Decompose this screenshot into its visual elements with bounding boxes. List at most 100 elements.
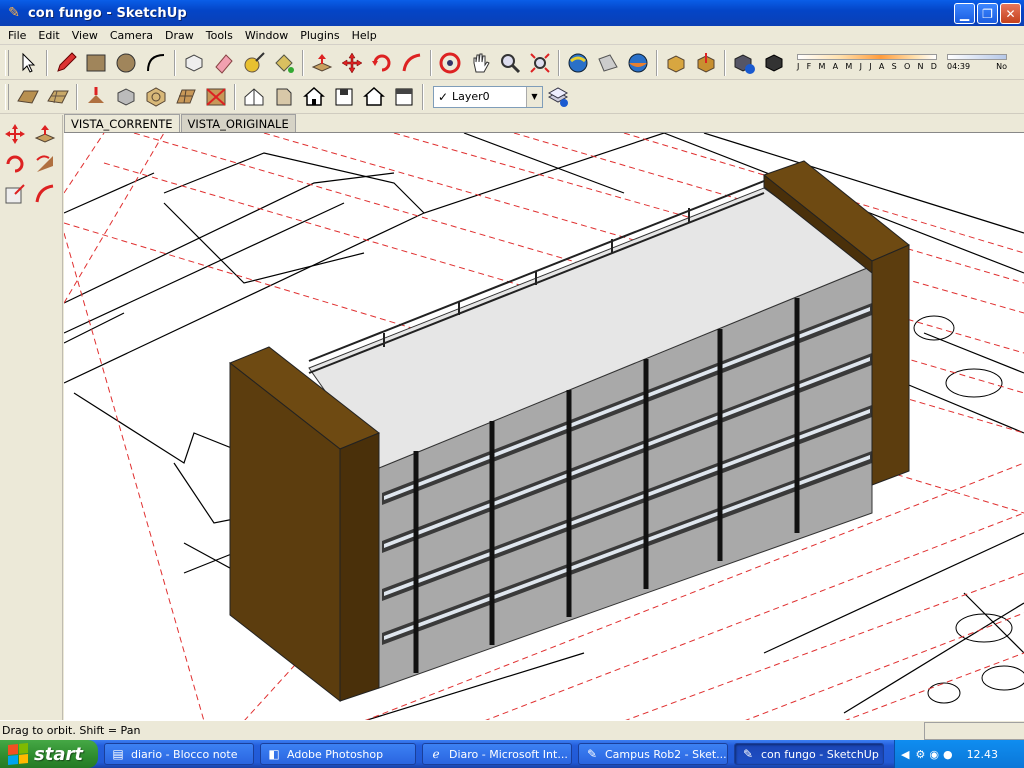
rotate-side-button[interactable] [2,151,28,177]
shadow-month-slider[interactable]: J F M A M J J A S O N D [797,54,937,71]
front-house-icon [303,86,325,106]
menu-camera[interactable]: Camera [104,29,159,42]
push-pull-button[interactable] [307,48,337,78]
right-end-block-side [871,244,910,486]
toggle-terrain-button[interactable] [623,48,653,78]
pan-tool-button[interactable] [465,48,495,78]
select-tool-button[interactable] [13,48,43,78]
scale-side-button[interactable] [2,181,28,207]
measurements-box[interactable] [924,722,1024,740]
photoshop-icon: ◧ [268,747,280,761]
model-viewport[interactable] [64,132,1024,720]
shadow-icon [765,53,783,72]
menu-tools[interactable]: Tools [200,29,239,42]
menu-help[interactable]: Help [346,29,383,42]
follow-me-button[interactable] [397,48,427,78]
menu-plugins[interactable]: Plugins [294,29,345,42]
flip-edge-button[interactable] [201,82,231,112]
add-detail-button[interactable] [171,82,201,112]
left-end-block-side [339,432,380,702]
follow-me-side-button[interactable] [32,151,58,177]
zoom-tool-button[interactable] [495,48,525,78]
google-earth-button[interactable] [563,48,593,78]
maximize-button[interactable]: ❐ [977,3,998,24]
month-label: J [797,62,800,71]
menu-draw[interactable]: Draw [159,29,200,42]
push-pull-side-button[interactable] [32,121,58,147]
pencil-tool-button[interactable] [51,48,81,78]
network-icon[interactable]: ⚙ [915,748,925,761]
taskbar-item-internet-explorer[interactable]: ℯ Diaro - Microsoft Int... [422,743,572,765]
time-slider-track[interactable] [947,54,1007,60]
zoom-extents-button[interactable] [525,48,555,78]
menu-file[interactable]: File [2,29,32,42]
right-view-icon [335,88,353,105]
layer-manager-button[interactable] [543,82,573,112]
make-component-button[interactable] [179,48,209,78]
sandbox-from-scratch-button[interactable] [43,82,73,112]
stamp-button[interactable] [111,82,141,112]
model-info-button[interactable] [729,48,759,78]
menu-view[interactable]: View [66,29,104,42]
rotate-tool-button[interactable] [367,48,397,78]
drape-button[interactable] [141,82,171,112]
offset-side-button[interactable] [32,181,58,207]
flip-edge-icon [206,87,226,106]
toolbar-grip[interactable] [5,49,9,76]
smoove-button[interactable] [81,82,111,112]
volume-icon[interactable]: ◉ [929,748,939,761]
tab-vista-originale[interactable]: VISTA_ORIGINALE [180,114,296,132]
arc-tool-button[interactable] [141,48,171,78]
circle-tool-button[interactable] [111,48,141,78]
top-view-button[interactable] [269,82,299,112]
minimize-button[interactable]: ▁ [954,3,975,24]
add-location-button[interactable] [593,48,623,78]
tab-vista-corrente[interactable]: VISTA_CORRENTE [64,114,180,132]
toolbar-grip[interactable] [5,83,9,110]
clock[interactable]: 12.43 [967,748,999,761]
back-view-button[interactable] [359,82,389,112]
paint-bucket-button[interactable] [269,48,299,78]
taskbar-item-con-fungo[interactable]: ✎ con fungo - SketchUp [734,743,884,765]
taskbar-item-campus-rob2[interactable]: ✎ Campus Rob2 - Sket... [578,743,728,765]
menu-edit[interactable]: Edit [32,29,65,42]
move-tool-button[interactable] [337,48,367,78]
layer-dropdown[interactable]: ✓ Layer0 ▼ [433,85,543,108]
taskbar-item-label: Diaro - Microsoft Int... [449,747,568,761]
taskbar-item-label: Campus Rob2 - Sket... [605,747,727,761]
get-models-button[interactable] [661,48,691,78]
start-button[interactable]: start [0,740,98,768]
right-view-button[interactable] [329,82,359,112]
chevron-down-icon[interactable]: ▼ [526,86,542,107]
windows-taskbar: start ▤ diario - Blocco note ◧ Adobe Photo… [0,740,1024,768]
sandbox-from-contours-button[interactable] [13,82,43,112]
taskbar-item-notepad[interactable]: ▤ diario - Blocco note [104,743,254,765]
shadow-settings-button[interactable] [759,48,789,78]
menu-window[interactable]: Window [239,29,294,42]
taskbar-item-label: con fungo - SketchUp [761,747,879,761]
front-view-button[interactable] [299,82,329,112]
push-pull-icon [34,125,56,143]
status-bar: Drag to orbit. Shift = Pan [0,720,1024,740]
tape-measure-button[interactable] [239,48,269,78]
taskbar-item-photoshop[interactable]: ◧ Adobe Photoshop [260,743,416,765]
rectangle-tool-button[interactable] [81,48,111,78]
close-icon: ✕ [1005,6,1016,21]
close-button[interactable]: ✕ [1000,3,1021,24]
share-model-button[interactable] [691,48,721,78]
shadow-time-slider[interactable]: 04:39 No [947,54,1007,71]
tree-circles [913,315,1024,704]
month-slider-track[interactable] [797,54,937,60]
main-toolbar: J F M A M J J A S O N D 04:39 No [0,46,1024,80]
move-tool-side-button[interactable] [2,121,28,147]
security-icon[interactable]: ● [943,748,953,761]
terrain-icon [628,53,648,72]
orbit-tool-button[interactable] [435,48,465,78]
rotate-icon [6,155,24,173]
layer-name: Layer0 [452,90,490,103]
eraser-tool-button[interactable] [209,48,239,78]
title-bar[interactable]: ✎ con fungo - SketchUp ▁ ❐ ✕ [0,0,1024,26]
tray-expand-icon[interactable]: ◀ [901,748,909,761]
iso-view-button[interactable] [239,82,269,112]
left-view-button[interactable] [389,82,419,112]
